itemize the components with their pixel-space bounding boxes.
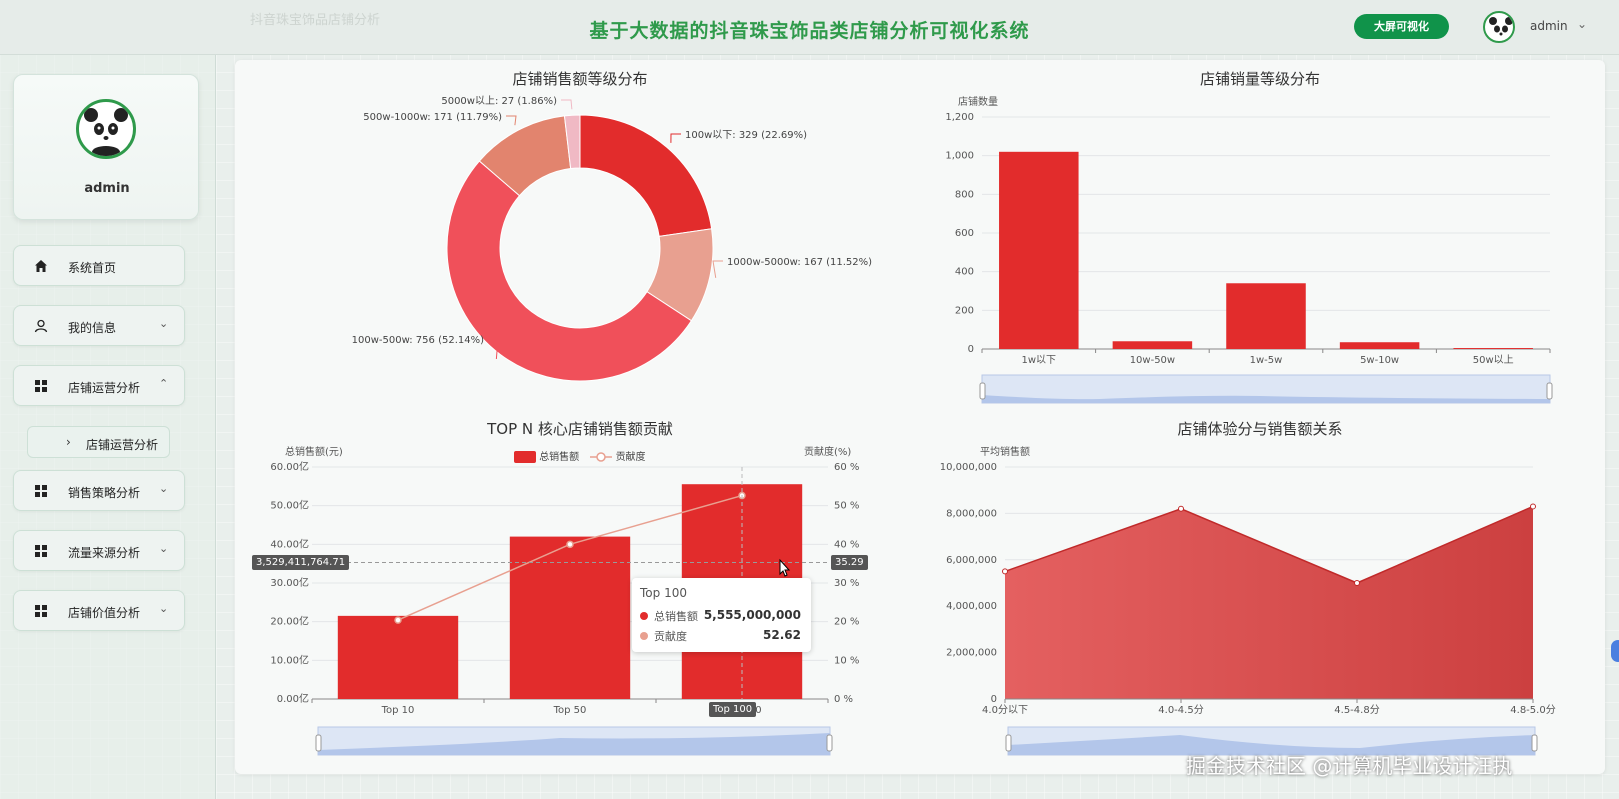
bar[interactable] [1112,341,1193,349]
y-tick-label: 0 [968,344,974,355]
legend-line-label: 贡献度 [615,452,646,463]
y-right-tick-label: 50 % [834,501,859,512]
pie-label-line [506,115,517,126]
y-tick-label: 2,000,000 [946,648,997,659]
tooltip-row-name: 贡献度 [654,630,687,643]
bar[interactable] [509,536,631,699]
zoom-handle-right[interactable] [1531,734,1538,752]
x-tick-label: 1w以下 [1022,355,1057,366]
pie-label: 500w-1000w: 171 (11.79%) [363,112,502,123]
pie-label: 5000w以上: 27 (1.86%) [441,95,557,107]
x-tick-label: 4.0分以下 [982,704,1028,716]
y-tick-label: 4,000,000 [946,601,997,612]
x-tick-label: 4.5-4.8分 [1334,704,1379,716]
line-point[interactable] [394,616,402,624]
legend-bar-label: 总销售额 [539,452,580,463]
bar[interactable] [1339,342,1420,349]
y-left-tick-label: 10.00亿 [270,653,309,666]
bar-chart[interactable]: 0 200 400 600 800 1,000 1,200 1w以下 10w-50w 1w-5w 5… [945,112,1551,366]
charts-canvas: 100w以下: 329 (22.69%) 1000w-5000w: 167 (11… [270,95,1556,756]
area-fill[interactable] [1005,506,1533,699]
x-tick-label: 50w以上 [1473,354,1514,366]
pie-label-line [670,133,681,143]
y-tick-label: 400 [955,267,974,278]
y-right-tick-label: 40 % [834,539,859,550]
x-tick-label: 10w-50w [1130,355,1175,366]
line-point[interactable] [566,540,574,549]
combo-legend[interactable]: 总销售额 贡献度 [514,448,646,463]
x-tick-label: Top 50 [553,705,587,716]
y-tick-label: 0 [991,694,997,705]
y-tick-label: 6,000,000 [946,555,997,566]
y-tick-label: 1,200 [945,112,974,123]
pie-label-line [561,99,573,110]
bar[interactable] [1453,348,1533,349]
tooltip-row-contribution: 贡献度 52.62 [640,628,805,644]
y-right-tick-label: 60 % [834,462,859,473]
zoom-handle-left[interactable] [315,734,322,752]
floating-widget[interactable] [1611,640,1619,662]
pie-label-line [712,260,723,278]
tooltip-row-value: 5,555,000,000 [703,608,801,622]
y-tick-label: 10,000,000 [940,462,997,473]
watermark: 掘金技术社区 @计算机毕业设计汪执 [1186,754,1513,778]
y-tick-label: 1,000 [945,151,974,162]
legend-bar-swatch [514,451,536,463]
y-tick-label: 200 [955,305,974,316]
zoom-handle-left[interactable] [1005,734,1012,752]
tooltip-row-name: 总销售额 [654,610,698,623]
y-right-tick-label: 10 % [834,655,859,666]
pie-label: 1000w-5000w: 167 (11.52%) [727,257,872,268]
x-tick-label: 4.0-4.5分 [1158,704,1203,716]
tooltip-title: Top 100 [640,586,687,600]
area-point[interactable] [1178,505,1184,512]
area-point[interactable] [1354,580,1360,586]
pie-label: 100w-500w: 756 (52.14%) [352,335,484,346]
bar[interactable] [1226,283,1306,349]
y-tick-label: 8,000,000 [946,508,997,519]
y-left-tick-label: 40.00亿 [270,537,309,550]
y-left-tick-label: 20.00亿 [270,615,309,628]
y-right-tick-label: 30 % [834,578,859,589]
y-left-tick-label: 50.00亿 [270,499,309,512]
tooltip-row-value: 52.62 [763,628,801,642]
pie-label: 100w以下: 329 (22.69%) [685,130,807,141]
x-tick-label: 4.8-5.0分 [1510,704,1555,716]
area-chart[interactable]: 0 2,000,000 4,000,000 6,000,000 8,000,000 10,… [940,462,1556,716]
x-tick-label: Top 10 [381,705,415,716]
axis-pointer-x-value: Top 100 [709,702,757,717]
bar-datazoom[interactable] [979,374,1553,404]
y-left-tick-label: 60.00亿 [270,460,309,473]
area-point[interactable] [1530,503,1536,510]
x-tick-label: 5w-10w [1360,355,1399,366]
tooltip-dot [640,632,648,640]
tooltip-dot [640,612,648,620]
bar[interactable] [999,151,1079,349]
y-left-tick-label: 0.00亿 [277,692,309,705]
y-tick-label: 800 [955,189,974,200]
chart-tooltip: Top 100 总销售额 5,555,000,000 贡献度 52.62 [632,578,811,652]
y-right-tick-label: 0 % [834,694,853,705]
legend-line-swatch [590,451,613,463]
combo-datazoom[interactable] [315,726,833,756]
x-tick-label: 1w-5w [1250,355,1283,366]
axis-pointer-left-value: 3,529,411,764.71 [252,555,350,570]
y-tick-label: 600 [955,228,974,239]
y-left-tick-label: 30.00亿 [270,576,309,589]
zoom-handle-right[interactable] [826,734,833,752]
bar[interactable] [337,615,459,699]
area-point[interactable] [1002,568,1008,575]
tooltip-row-sales: 总销售额 5,555,000,000 [640,608,805,624]
zoom-handle-left[interactable] [979,382,986,400]
zoom-handle-right[interactable] [1546,382,1553,400]
pie-chart[interactable] [446,114,714,382]
axis-pointer-right-value: 35.29 [831,555,868,570]
y-right-tick-label: 20 % [834,617,859,628]
